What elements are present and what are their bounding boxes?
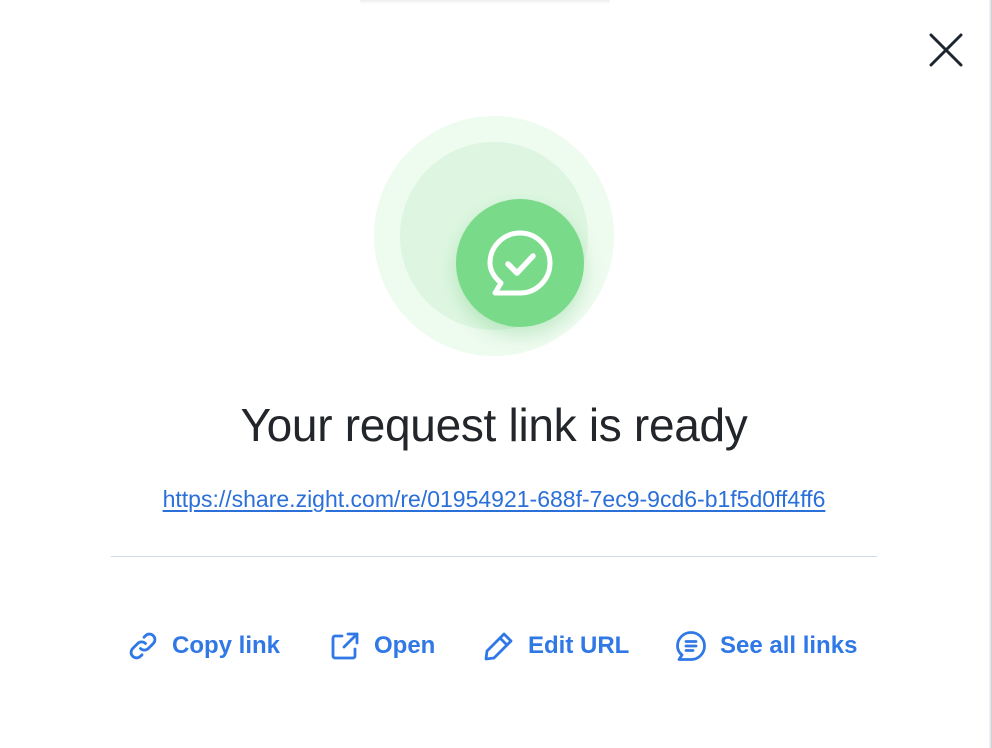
external-link-icon bbox=[328, 629, 362, 663]
action-bar: Copy link Open Edit URL See all links bbox=[0, 622, 988, 670]
open-label: Open bbox=[374, 632, 436, 659]
chat-check-icon bbox=[487, 230, 553, 296]
edit-url-label: Edit URL bbox=[528, 632, 630, 659]
success-badge bbox=[456, 199, 584, 327]
chat-list-icon bbox=[674, 629, 708, 663]
copy-link-button[interactable]: Copy link bbox=[126, 622, 280, 670]
dialog-title: Your request link is ready bbox=[240, 399, 748, 451]
link-icon bbox=[126, 629, 160, 663]
success-halo bbox=[400, 142, 588, 330]
close-icon bbox=[929, 33, 963, 67]
edit-url-button[interactable]: Edit URL bbox=[482, 622, 629, 670]
pencil-icon bbox=[482, 629, 516, 663]
request-link-dialog: Your request link is ready https://share… bbox=[0, 0, 992, 748]
success-illustration bbox=[374, 116, 614, 356]
see-all-links-label: See all links bbox=[720, 632, 858, 659]
see-all-links-button[interactable]: See all links bbox=[674, 622, 857, 670]
copy-link-label: Copy link bbox=[172, 632, 281, 659]
divider bbox=[111, 556, 877, 557]
top-shadow bbox=[360, 0, 610, 4]
open-button[interactable]: Open bbox=[328, 622, 435, 670]
dialog-right-edge bbox=[989, 0, 991, 748]
request-link-url[interactable]: https://share.zight.com/re/01954921-688f… bbox=[0, 486, 988, 513]
close-button[interactable] bbox=[924, 28, 968, 72]
